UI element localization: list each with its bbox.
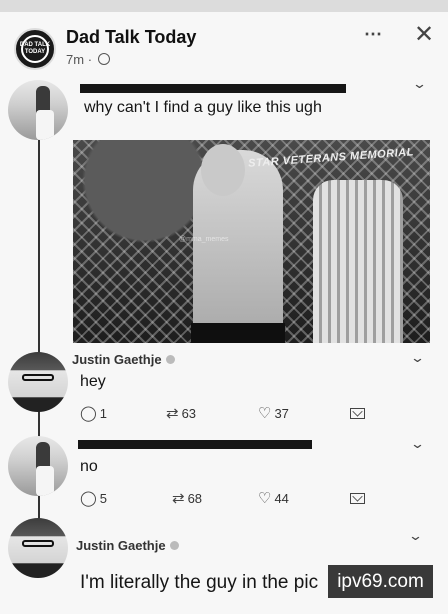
- avatar-body: [36, 466, 54, 496]
- top-bar: [0, 0, 448, 12]
- site-watermark: ipv69.com: [328, 565, 433, 598]
- retweet-icon: ⇄: [172, 490, 185, 507]
- photo-fighter-head: [201, 144, 245, 196]
- thread-line: [38, 410, 40, 438]
- redacted-name: [78, 440, 312, 449]
- post-photo[interactable]: STAR VETERANS MEMORIAL @mma_memes: [73, 140, 430, 343]
- chevron-down-icon[interactable]: ⌄: [412, 76, 427, 92]
- photo-shorts: [191, 323, 285, 343]
- comment-text: why can't I find a guy like this ugh: [84, 99, 322, 116]
- photo-watermark: @mma_memes: [179, 236, 229, 243]
- message-button[interactable]: [350, 491, 365, 506]
- comment-author[interactable]: Justin Gaethje: [72, 352, 175, 367]
- photo-referee: [313, 180, 403, 343]
- retweet-count: 63: [181, 406, 197, 421]
- author-name[interactable]: Justin Gaethje: [76, 538, 166, 553]
- reply-button[interactable]: ◯ 5: [80, 489, 107, 507]
- glasses-icon: [22, 540, 54, 547]
- reply-count: 1: [99, 406, 108, 421]
- avatar[interactable]: [8, 80, 68, 140]
- close-icon[interactable]: ✕: [414, 20, 434, 49]
- thread-line: [38, 140, 40, 360]
- glasses-icon: [22, 374, 54, 381]
- comment-icon: ◯: [80, 405, 97, 422]
- avatar-body: [36, 110, 54, 140]
- redacted-name: [80, 84, 346, 93]
- retweet-count: 68: [187, 491, 203, 506]
- like-count: 44: [274, 491, 289, 506]
- verified-badge-icon: [165, 355, 175, 364]
- comment-author[interactable]: Justin Gaethje: [76, 538, 179, 553]
- page-avatar[interactable]: DAD TALK TODAY: [14, 28, 56, 70]
- retweet-button[interactable]: ⇄ 68: [172, 489, 202, 507]
- comment-text: no: [80, 458, 98, 475]
- chevron-down-icon[interactable]: ⌄: [410, 436, 425, 452]
- reply-count: 5: [99, 491, 108, 506]
- comment-text: I'm literally the guy in the pic: [80, 572, 319, 593]
- avatar[interactable]: [8, 518, 68, 578]
- like-count: 37: [274, 406, 289, 421]
- page-name[interactable]: Dad Talk Today: [66, 27, 196, 48]
- like-button[interactable]: ♡ 44: [258, 489, 289, 507]
- heart-icon: ♡: [258, 405, 272, 422]
- comment-icon: ◯: [80, 490, 97, 507]
- post-meta: 7m ·: [66, 52, 110, 67]
- chevron-down-icon[interactable]: ⌄: [408, 528, 423, 544]
- mail-icon: [350, 408, 365, 419]
- avatar-logo-text: DAD TALK TODAY: [19, 42, 51, 55]
- avatar[interactable]: [8, 352, 68, 412]
- message-button[interactable]: [350, 406, 365, 421]
- reply-button[interactable]: ◯ 1: [80, 404, 107, 422]
- retweet-icon: ⇄: [166, 405, 179, 422]
- retweet-button[interactable]: ⇄ 63: [166, 404, 196, 422]
- globe-icon: [97, 53, 110, 65]
- mail-icon: [350, 493, 365, 504]
- author-name[interactable]: Justin Gaethje: [72, 352, 162, 367]
- meta-separator: ·: [87, 52, 96, 67]
- avatar[interactable]: [8, 436, 68, 496]
- thread-line: [38, 492, 40, 520]
- like-button[interactable]: ♡ 37: [258, 404, 289, 422]
- verified-badge-icon: [169, 541, 179, 550]
- post-timestamp[interactable]: 7m: [66, 52, 84, 67]
- heart-icon: ♡: [258, 490, 272, 507]
- more-options-icon[interactable]: ⋯: [364, 24, 383, 45]
- chevron-down-icon[interactable]: ⌄: [410, 350, 425, 366]
- comment-text: hey: [80, 373, 106, 390]
